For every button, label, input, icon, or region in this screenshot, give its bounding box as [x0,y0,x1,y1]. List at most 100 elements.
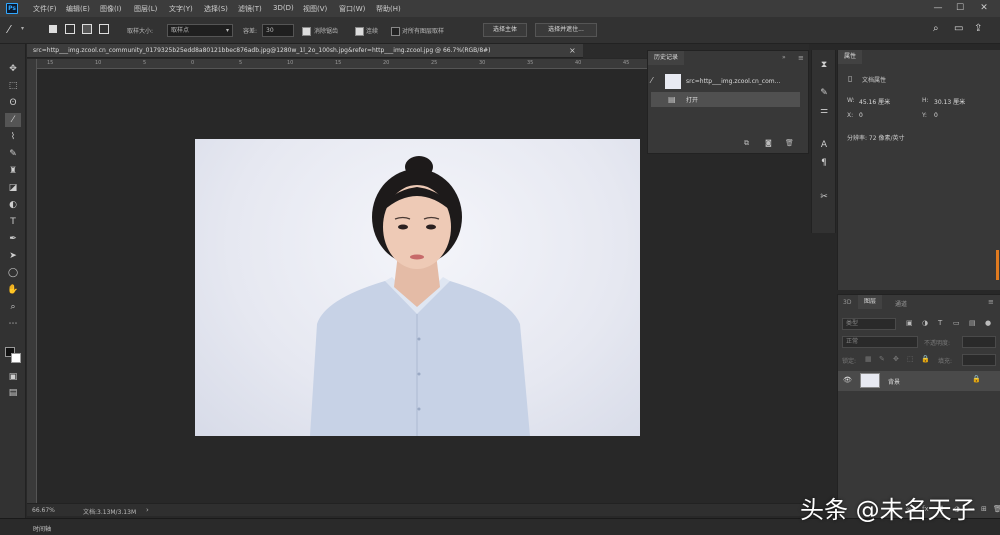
brush-tool-icon[interactable]: ✎ [5,147,21,161]
sample-size-select[interactable]: 取样点 ▾ [167,24,233,37]
contiguous-checkbox[interactable] [355,27,364,36]
shape-tool-icon[interactable]: ◯ [5,266,21,280]
ruler-tick-label: 45 [623,60,630,66]
lock-paint-icon[interactable]: ✎ [879,355,885,363]
more-tools-icon[interactable]: ⋯ [5,317,21,331]
quick-mask-icon[interactable]: ▣ [5,370,21,384]
tool-preset-chevron-icon[interactable]: ▾ [21,25,24,32]
lock-pixels-icon[interactable]: ▦ [865,355,872,363]
character-panel-icon[interactable]: A [817,138,831,152]
share-icon[interactable]: ⇪ [974,23,982,34]
history-panel-title[interactable]: 历史记录 [648,51,685,65]
menu-layer[interactable]: 图层(L) [134,4,157,14]
close-tab-icon[interactable]: × [569,46,576,55]
filter-smart-icon[interactable]: ▤ [969,319,976,327]
status-menu-icon[interactable]: › [146,506,149,514]
dodge-tool-icon[interactable]: ◐ [5,198,21,212]
fill-input[interactable] [962,354,996,366]
intersect-selection-icon[interactable] [99,24,109,34]
pen-tool-icon[interactable]: ✒ [5,232,21,246]
antialias-checkbox[interactable] [302,27,311,36]
menu-3d[interactable]: 3D(D) [273,4,294,12]
background-color-swatch[interactable] [11,353,21,363]
new-layer-icon[interactable]: ⊞ [981,505,987,513]
minimize-button[interactable]: — [931,2,945,14]
menu-image[interactable]: 图像(I) [100,4,122,14]
move-tool-icon[interactable]: ✥ [5,62,21,76]
eraser-tool-icon[interactable]: ◪ [5,181,21,195]
lock-all-icon[interactable]: 🔒 [921,355,930,363]
maximize-button[interactable]: ☐ [953,2,967,14]
magic-wand-tool-icon[interactable]: ⁄ [8,23,10,36]
filter-type-icon[interactable]: T [938,319,942,327]
brush-settings-icon[interactable]: ✎ [817,86,831,100]
select-subject-button[interactable]: 选择主体 [483,23,527,37]
blend-mode-select[interactable]: 正常 [842,336,918,348]
zoom-tool-icon[interactable]: ⌕ [5,300,21,314]
adjustments-icon[interactable]: ⚌ [817,104,831,118]
menu-window[interactable]: 窗口(W) [339,4,365,14]
document-tab[interactable]: src=http___img.zcool.cn_community_017932… [27,44,583,58]
menu-help[interactable]: 帮助(H) [376,4,401,14]
document-image[interactable] [195,139,640,436]
history-panel-icon[interactable]: ⧗ [817,58,831,72]
magic-wand-tool-icon[interactable]: ⁄ [5,113,21,127]
stamp-tool-icon[interactable]: ♜ [5,164,21,178]
tab-channels[interactable]: 通道 [895,299,907,308]
menu-select[interactable]: 选择(S) [204,4,228,14]
zoom-level[interactable]: 66.67% [32,507,55,514]
menu-file[interactable]: 文件(F) [33,4,57,14]
filter-adjustment-icon[interactable]: ◑ [922,319,928,327]
history-state-item[interactable]: ▤ 打开 [651,92,800,107]
panel-menu-icon[interactable]: ≡ [988,298,994,306]
layer-row[interactable]: 👁 背景 🔒 [838,371,1000,391]
new-document-from-state-icon[interactable]: ⧉ [744,139,749,148]
delete-layer-icon[interactable]: 🗑 [993,505,1000,513]
workspace-icon[interactable]: ▭ [954,23,963,34]
height-value[interactable]: 30.13 厘米 [934,97,965,106]
x-value[interactable]: 0 [859,112,863,119]
menu-view[interactable]: 视图(V) [303,4,327,14]
visibility-eye-icon[interactable]: 👁 [843,376,852,384]
properties-panel-title[interactable]: 属性 [838,50,863,64]
trash-icon[interactable]: 🗑 [785,139,794,147]
select-and-mask-button[interactable]: 选择并遮住... [535,23,597,37]
lock-artboard-icon[interactable]: ⬚ [907,355,914,363]
tool-presets-icon[interactable]: ✂ [817,190,831,204]
search-icon[interactable]: ⌕ [933,23,939,34]
marquee-tool-icon[interactable]: ⬚ [5,79,21,93]
add-to-selection-icon[interactable] [65,24,75,34]
filter-shape-icon[interactable]: ▭ [953,319,960,327]
collapse-panel-icon[interactable]: » [782,54,786,61]
y-value[interactable]: 0 [934,112,938,119]
history-snapshot-item[interactable]: ⁄ src=http___img.zcool.cn_com... [648,73,800,91]
tolerance-input[interactable]: 30 [262,24,294,37]
tab-3d[interactable]: 3D [843,299,851,306]
type-tool-icon[interactable]: T [5,215,21,229]
timeline-label[interactable]: 时间轴 [33,524,51,533]
close-window-button[interactable]: ✕ [977,2,991,14]
path-select-tool-icon[interactable]: ➤ [5,249,21,263]
screen-mode-icon[interactable]: ▤ [5,386,21,400]
filter-pixel-icon[interactable]: ▣ [906,319,913,327]
menu-type[interactable]: 文字(Y) [169,4,193,14]
width-value[interactable]: 45.16 厘米 [859,97,890,106]
menu-filter[interactable]: 滤镜(T) [238,4,262,14]
opacity-input[interactable] [962,336,996,348]
camera-snapshot-icon[interactable]: ◙ [765,139,772,147]
filter-toggle-icon[interactable]: ● [985,319,991,327]
panel-menu-icon[interactable]: ≡ [798,54,804,62]
sample-all-layers-checkbox[interactable] [391,27,400,36]
eyedropper-tool-icon[interactable]: ⌇ [5,130,21,144]
tab-layers[interactable]: 图层 [858,295,883,309]
new-selection-icon[interactable] [49,25,57,33]
layer-kind-filter[interactable]: 类型 [842,318,896,330]
hand-tool-icon[interactable]: ✋ [5,283,21,297]
lasso-tool-icon[interactable]: ʘ [5,96,21,110]
document-size[interactable]: 文档:3.13M/3.13M [83,507,136,516]
paragraph-panel-icon[interactable]: ¶ [817,156,831,170]
subtract-from-selection-icon[interactable] [82,24,92,34]
lock-position-icon[interactable]: ✥ [893,355,899,363]
menu-edit[interactable]: 编辑(E) [66,4,90,14]
scroll-indicator[interactable] [996,250,999,280]
